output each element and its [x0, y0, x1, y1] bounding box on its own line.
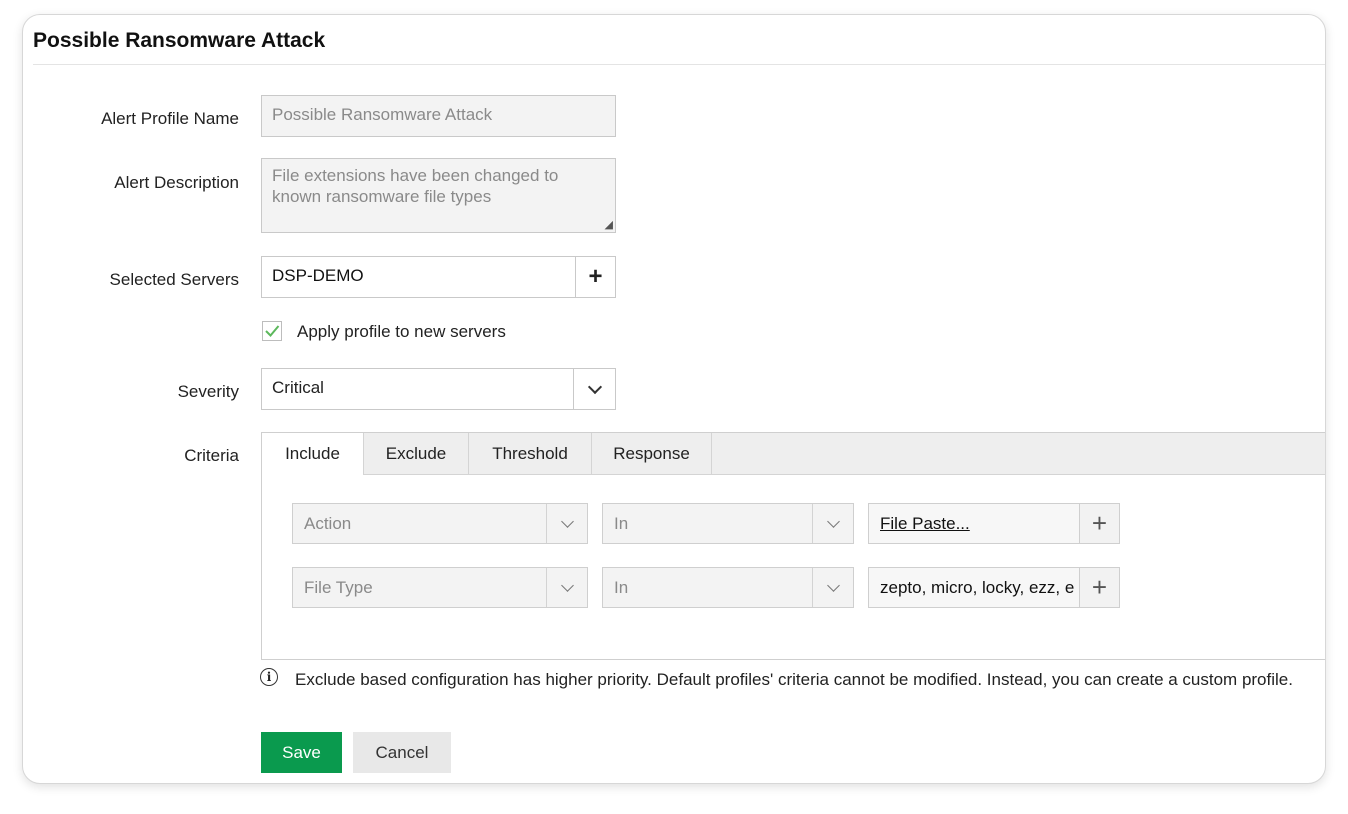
criteria-operator-select[interactable]: In — [602, 567, 854, 608]
criteria-value-field[interactable]: File Paste... + — [868, 503, 1120, 544]
criteria-value-field[interactable]: zepto, micro, locky, ezz, ecc + — [868, 567, 1120, 608]
checkmark-icon — [265, 325, 280, 337]
tab-threshold[interactable]: Threshold — [469, 433, 592, 474]
resize-handle-icon: ◢ — [604, 219, 613, 231]
chevron-down-icon[interactable] — [573, 369, 615, 409]
title-divider — [33, 64, 1325, 65]
criteria-field-value: Action — [304, 514, 352, 533]
criteria-value-text: zepto, micro, locky, ezz, ecc — [880, 578, 1075, 597]
chevron-down-icon[interactable] — [812, 568, 853, 607]
plus-icon: + — [1091, 508, 1108, 538]
severity-select[interactable]: Critical — [261, 368, 616, 410]
add-server-button[interactable]: + — [575, 257, 615, 297]
add-value-button[interactable]: + — [1079, 504, 1119, 543]
chevron-down-icon[interactable] — [546, 568, 587, 607]
servers-label: Selected Servers — [109, 270, 239, 289]
criteria-panel: Include Exclude Threshold Response Actio… — [261, 432, 1325, 660]
description-textarea: File extensions have been changed to kno… — [261, 158, 616, 233]
criteria-operator-select[interactable]: In — [602, 503, 854, 544]
profile-name-label: Alert Profile Name — [101, 109, 239, 128]
plus-icon: + — [1091, 572, 1108, 602]
criteria-label: Criteria — [184, 446, 239, 465]
apply-new-servers-checkbox[interactable] — [262, 321, 282, 341]
criteria-field-value: File Type — [304, 578, 373, 597]
info-note: Exclude based configuration has higher p… — [295, 670, 1293, 689]
cancel-button[interactable]: Cancel — [353, 732, 451, 773]
criteria-value-link[interactable]: File Paste... — [880, 514, 1075, 534]
tab-include[interactable]: Include — [262, 433, 364, 475]
criteria-tabbar: Include Exclude Threshold Response — [262, 433, 1325, 475]
profile-name-input: Possible Ransomware Attack — [261, 95, 616, 137]
page-title: Possible Ransomware Attack — [33, 29, 326, 52]
description-value: File extensions have been changed to kno… — [272, 166, 559, 206]
criteria-operator-value: In — [614, 578, 629, 597]
criteria-operator-value: In — [614, 514, 629, 533]
alert-profile-dialog: Possible Ransomware Attack Alert Profile… — [22, 14, 1326, 784]
tab-exclude[interactable]: Exclude — [364, 433, 469, 474]
apply-new-servers-label[interactable]: Apply profile to new servers — [297, 322, 506, 342]
chevron-down-icon[interactable] — [546, 504, 587, 543]
add-value-button[interactable]: + — [1079, 568, 1119, 607]
criteria-field-select[interactable]: File Type — [292, 567, 588, 608]
profile-name-value: Possible Ransomware Attack — [272, 105, 493, 124]
severity-value: Critical — [272, 378, 324, 397]
servers-value: DSP-DEMO — [272, 266, 364, 285]
severity-label: Severity — [177, 382, 239, 401]
plus-icon: + — [588, 263, 603, 290]
description-label: Alert Description — [114, 173, 239, 192]
chevron-down-icon[interactable] — [812, 504, 853, 543]
tab-response[interactable]: Response — [592, 433, 712, 474]
save-button[interactable]: Save — [261, 732, 342, 773]
servers-field[interactable]: DSP-DEMO + — [261, 256, 616, 298]
info-icon: i — [260, 668, 278, 686]
criteria-field-select[interactable]: Action — [292, 503, 588, 544]
